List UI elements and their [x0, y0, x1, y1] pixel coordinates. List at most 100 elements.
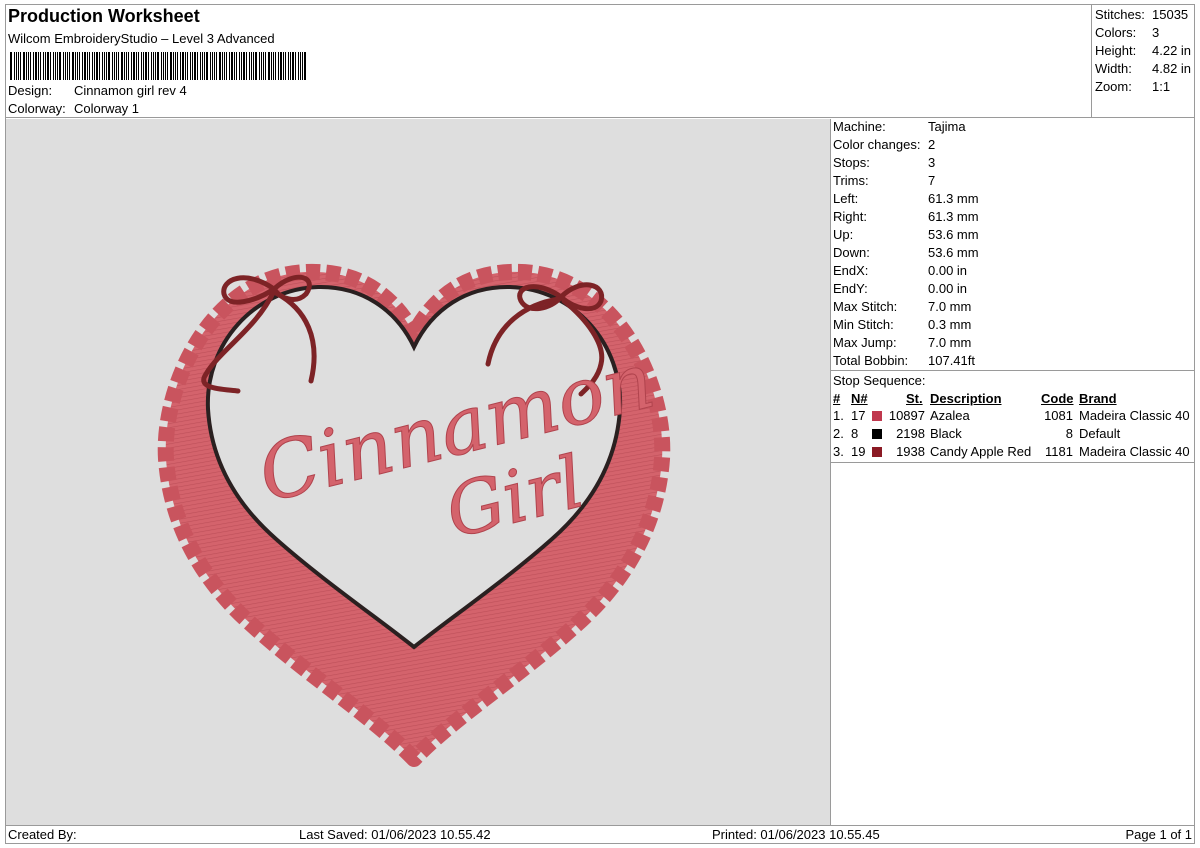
printed-date: Printed: 01/06/2023 10.55.45 — [712, 827, 880, 842]
info-label: Machine: — [833, 119, 886, 134]
stop-description: Azalea — [930, 408, 970, 423]
info-row: EndX: 0.00 in — [833, 263, 967, 281]
stop-needle: 8 — [851, 426, 859, 441]
info-value: 3 — [928, 155, 936, 170]
info-row: Trims: 7 — [833, 173, 935, 191]
stat-label: Zoom: — [1095, 79, 1132, 94]
col-header-brand: Brand — [1079, 391, 1117, 406]
stop-code: 1181 — [1045, 444, 1073, 459]
info-label: Trims: — [833, 173, 869, 188]
info-value: 107.41ft — [928, 353, 975, 368]
last-saved: Last Saved: 01/06/2023 10.55.42 — [299, 827, 491, 842]
stat-value: 15035 — [1152, 7, 1189, 22]
info-row: Machine: Tajima — [833, 119, 966, 137]
colorway-row: Colorway: Colorway 1 — [8, 101, 139, 116]
worksheet-footer: Created By: Last Saved: 01/06/2023 10.55… — [5, 825, 1195, 844]
info-value: 7.0 mm — [928, 299, 972, 314]
color-swatch — [872, 447, 882, 457]
info-row: Max Jump: 7.0 mm — [833, 335, 971, 353]
embroidery-design-image: Cinnamon Girl — [157, 264, 671, 767]
stop-needle: 19 — [851, 444, 866, 459]
stop-brand: Madeira Classic 40 — [1079, 444, 1190, 459]
stop-num: 2. — [833, 426, 844, 441]
info-value: 0.3 mm — [928, 317, 972, 332]
stop-stitches: 10897 — [888, 408, 925, 423]
stat-label: Width: — [1095, 61, 1132, 76]
info-row: Stops: 3 — [833, 155, 935, 173]
stat-row: Width: 4.82 in — [1095, 61, 1191, 79]
info-label: Max Jump: — [833, 335, 897, 350]
stat-row: Stitches: 15035 — [1095, 7, 1188, 25]
stop-stitches: 2198 — [896, 426, 925, 441]
design-row: Design: Cinnamon girl rev 4 — [8, 83, 187, 98]
info-label: Color changes: — [833, 137, 921, 152]
info-label: Total Bobbin: — [833, 353, 909, 368]
info-value: 61.3 mm — [928, 209, 979, 224]
info-row: Left: 61.3 mm — [833, 191, 979, 209]
page-number: Page 1 of 1 — [1125, 827, 1193, 842]
info-label: Up: — [833, 227, 854, 242]
stat-label: Stitches: — [1095, 7, 1145, 22]
stat-row: Zoom: 1:1 — [1095, 79, 1170, 97]
stat-value: 4.22 in — [1152, 43, 1192, 58]
stat-value: 3 — [1152, 25, 1160, 40]
color-swatch — [872, 411, 882, 421]
info-row: Down: 53.6 mm — [833, 245, 979, 263]
stat-value: 1:1 — [1152, 79, 1171, 94]
stop-brand: Madeira Classic 40 — [1079, 408, 1190, 423]
info-label: EndY: — [833, 281, 868, 296]
stat-value: 4.82 in — [1152, 61, 1192, 76]
stop-needle: 17 — [851, 408, 866, 423]
stop-code: 1081 — [1044, 408, 1073, 423]
col-header-code: Code — [1041, 391, 1074, 406]
stat-row: Colors: 3 — [1095, 25, 1159, 43]
info-value: 61.3 mm — [928, 191, 979, 206]
info-value: 7.0 mm — [928, 335, 972, 350]
stat-label: Colors: — [1095, 25, 1137, 40]
col-header-num: # — [833, 391, 841, 406]
info-label: Right: — [833, 209, 867, 224]
info-value: 7 — [928, 173, 936, 188]
created-by: Created By: — [8, 827, 77, 842]
stop-brand: Default — [1079, 426, 1121, 441]
stop-num: 1. — [833, 408, 844, 423]
divider — [831, 462, 1195, 463]
info-row: Max Stitch: 7.0 mm — [833, 299, 971, 317]
software-name: Wilcom EmbroideryStudio – Level 3 Advanc… — [8, 31, 275, 46]
divider — [831, 370, 1195, 371]
design-preview: Cinnamon Girl — [6, 119, 831, 825]
stat-label: Height: — [1095, 43, 1137, 58]
design-value: Cinnamon girl rev 4 — [74, 83, 187, 98]
info-row: Up: 53.6 mm — [833, 227, 979, 245]
stop-description: Candy Apple Red — [930, 444, 1032, 459]
info-value: 53.6 mm — [928, 245, 979, 260]
stop-description: Black — [930, 426, 962, 441]
barcode-icon — [10, 52, 306, 80]
info-label: Left: — [833, 191, 859, 206]
stop-code: 8 — [1065, 426, 1073, 441]
info-label: EndX: — [833, 263, 869, 278]
stats-panel: Stitches: 15035 Colors: 3 Height: 4.22 in W… — [1092, 4, 1195, 118]
info-value: 53.6 mm — [928, 227, 979, 242]
info-row: Total Bobbin: 107.41ft — [833, 353, 975, 371]
colorway-label: Colorway: — [8, 101, 66, 116]
col-header-description: Description — [930, 391, 1002, 406]
info-value: 0.00 in — [928, 263, 968, 278]
info-label: Min Stitch: — [833, 317, 894, 332]
col-header-stitches: St. — [906, 391, 923, 406]
info-row: Right: 61.3 mm — [833, 209, 979, 227]
info-value: 2 — [928, 137, 936, 152]
info-value: 0.00 in — [928, 281, 968, 296]
info-label: Stops: — [833, 155, 870, 170]
page-title: Production Worksheet — [8, 6, 200, 26]
info-value: Tajima — [928, 119, 966, 134]
design-label: Design: — [8, 83, 53, 98]
info-label: Max Stitch: — [833, 299, 898, 314]
stop-num: 3. — [833, 444, 844, 459]
worksheet-header: Production Worksheet Wilcom EmbroiderySt… — [5, 4, 1092, 118]
stop-sequence-title: Stop Sequence: — [833, 373, 926, 388]
info-row: EndY: 0.00 in — [833, 281, 967, 299]
color-swatch — [872, 429, 882, 439]
col-header-needle: N# — [851, 391, 868, 406]
info-row: Min Stitch: 0.3 mm — [833, 317, 971, 335]
